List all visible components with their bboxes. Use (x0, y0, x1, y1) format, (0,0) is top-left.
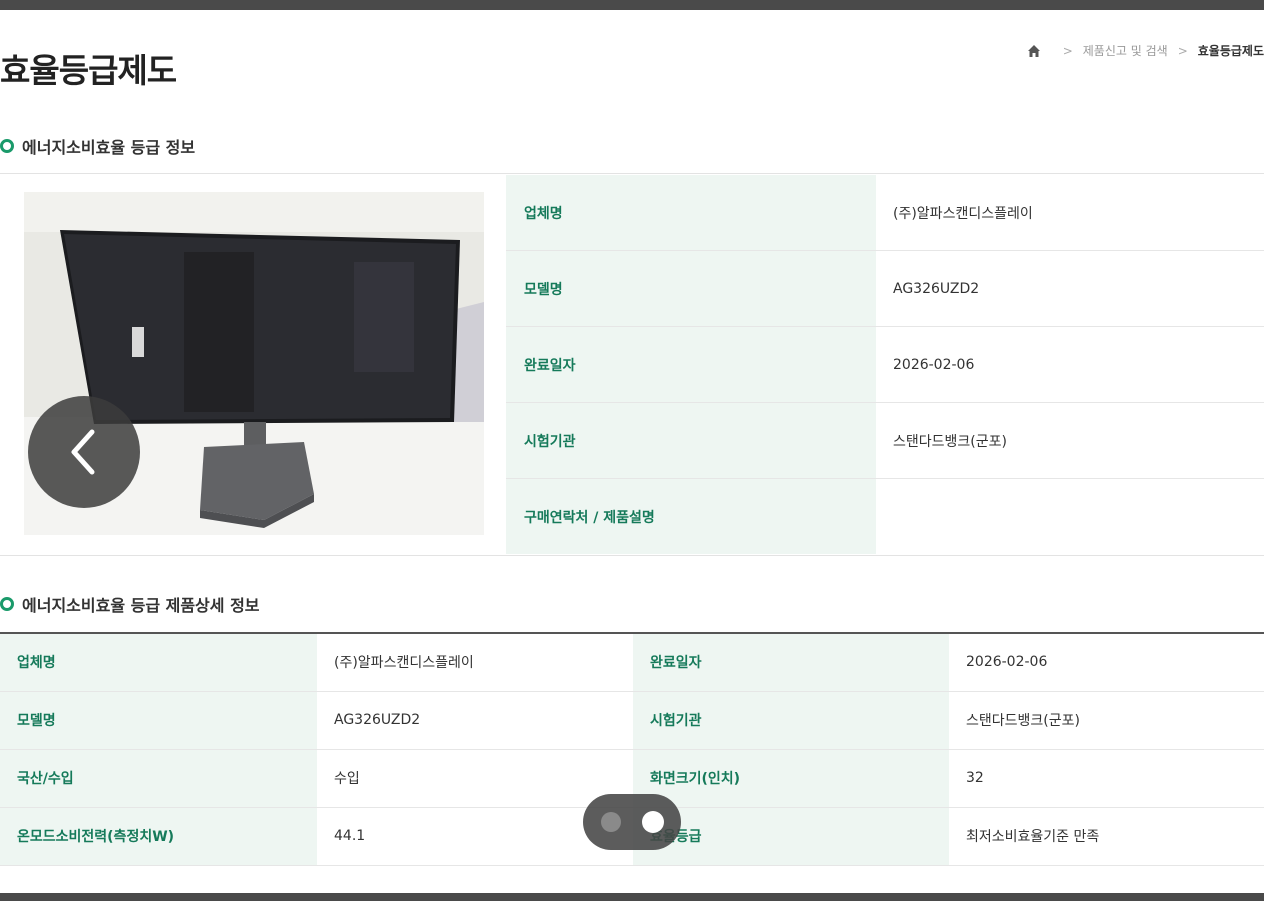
detail-label: 완료일자 (633, 633, 949, 692)
image-pager[interactable] (583, 794, 681, 850)
breadcrumb-item-product-search[interactable]: 제품신고 및 검색 (1083, 42, 1168, 59)
info-label: 구매연락처 / 제품설명 (506, 478, 876, 554)
page-title: 효율등급제도 (0, 51, 177, 90)
bullet-ring-icon (0, 597, 14, 611)
bottom-bar (0, 893, 1264, 901)
detail-value: 2026-02-06 (949, 633, 1264, 692)
info-row-contact: 구매연락처 / 제품설명 (506, 478, 1264, 555)
info-value: AG326UZD2 (876, 250, 1264, 327)
chevron-left-icon (71, 429, 95, 475)
table-row: 모델명 AG326UZD2 시험기관 스탠다드뱅크(군포) (0, 691, 1264, 750)
detail-label: 국산/수입 (0, 749, 317, 808)
info-value (876, 479, 1264, 555)
section-title-text: 에너지소비효율 등급 정보 (22, 138, 196, 157)
breadcrumb-item-current: 효율등급제도 (1197, 44, 1264, 58)
previous-image-button[interactable] (28, 396, 140, 508)
detail-label: 시험기관 (633, 691, 949, 750)
section-title-info: 에너지소비효율 등급 정보 (0, 134, 195, 158)
detail-value: 스탠다드뱅크(군포) (949, 691, 1264, 750)
pager-dot-1[interactable] (601, 812, 621, 832)
top-bar (0, 0, 1264, 10)
info-label: 시험기관 (506, 402, 876, 479)
breadcrumb-separator: > (1062, 43, 1073, 58)
detail-label: 온모드소비전력(측정치W) (0, 807, 317, 866)
info-row-lab: 시험기관 스탠다드뱅크(군포) (506, 402, 1264, 479)
info-table: 업체명 (주)알파스캔디스플레이 모델명 AG326UZD2 완료일자 2026… (506, 175, 1264, 554)
detail-value: 최저소비효율기준 만족 (949, 807, 1264, 866)
detail-label: 모델명 (0, 691, 317, 750)
info-value: (주)알파스캔디스플레이 (876, 175, 1264, 251)
info-label: 완료일자 (506, 326, 876, 403)
detail-value: AG326UZD2 (317, 691, 633, 750)
info-label: 모델명 (506, 250, 876, 327)
info-row-date: 완료일자 2026-02-06 (506, 326, 1264, 403)
info-label: 업체명 (506, 175, 876, 251)
pager-dot-2-active[interactable] (642, 811, 664, 833)
detail-label: 화면크기(인치) (633, 749, 949, 808)
section-title-text: 에너지소비효율 등급 제품상세 정보 (22, 596, 260, 615)
breadcrumb: > 제품신고 및 검색 > 효율등급제도 (1027, 42, 1264, 59)
info-value: 스탠다드뱅크(군포) (876, 402, 1264, 479)
detail-value: 32 (949, 749, 1264, 808)
info-value: 2026-02-06 (876, 326, 1264, 403)
bullet-ring-icon (0, 139, 14, 153)
detail-value: 수입 (317, 749, 633, 808)
home-icon[interactable] (1027, 44, 1041, 58)
detail-label: 업체명 (0, 633, 317, 692)
section-title-detail: 에너지소비효율 등급 제품상세 정보 (0, 592, 260, 616)
breadcrumb-separator: > (1177, 43, 1188, 58)
table-row: 업체명 (주)알파스캔디스플레이 완료일자 2026-02-06 (0, 633, 1264, 692)
info-row-company: 업체명 (주)알파스캔디스플레이 (506, 175, 1264, 251)
detail-value: (주)알파스캔디스플레이 (317, 633, 633, 692)
info-row-model: 모델명 AG326UZD2 (506, 250, 1264, 327)
